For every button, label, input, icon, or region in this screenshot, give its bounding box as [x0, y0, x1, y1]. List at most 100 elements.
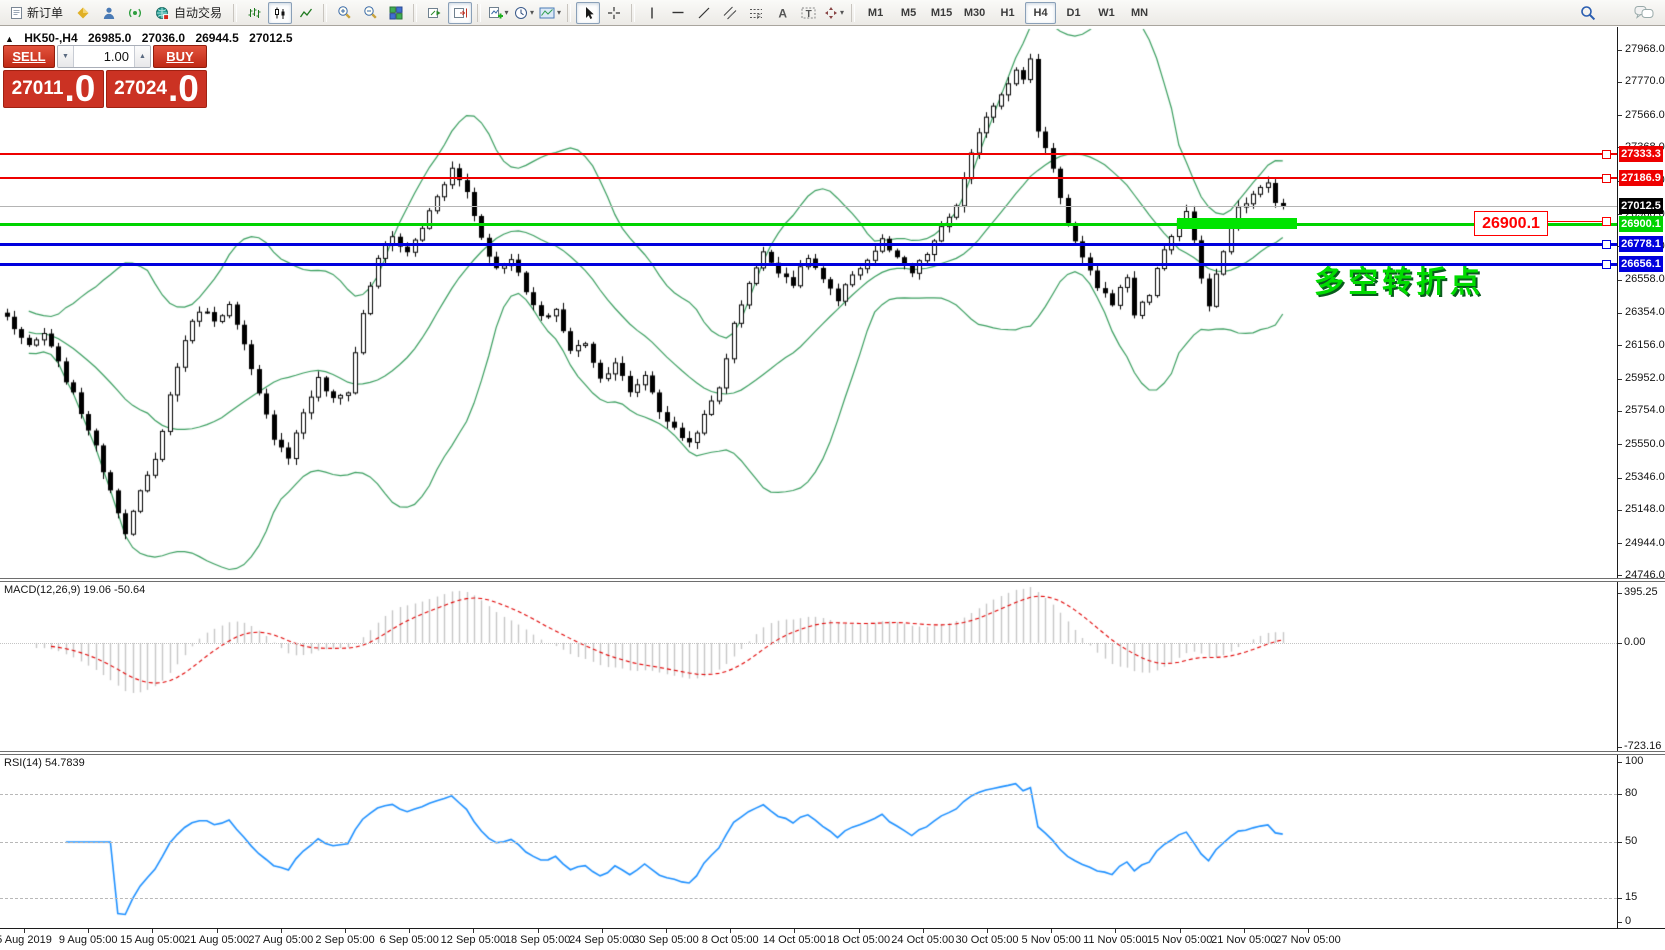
- dropdown-caret-icon: ▾: [557, 8, 562, 17]
- vertical-line-tool-button[interactable]: [640, 2, 664, 24]
- fibonacci-tool-button[interactable]: F: [744, 2, 768, 24]
- price-axis-tick: [1618, 543, 1622, 545]
- periods-clock-icon: [515, 6, 528, 19]
- auto-scroll-button[interactable]: [422, 2, 446, 24]
- volume-value[interactable]: 1.00: [74, 46, 134, 67]
- volume-stepper[interactable]: ▼ 1.00 ▲: [57, 45, 151, 68]
- sell-price-main: 27011: [11, 78, 64, 99]
- new-order-button[interactable]: 新订单: [4, 2, 69, 24]
- volume-increase-icon[interactable]: ▲: [134, 46, 150, 67]
- cursor-button[interactable]: [576, 1, 601, 24]
- signal-icon: [129, 8, 141, 17]
- chart-ohlc-title: ▲ HK50-,H4 26985.0 27036.0 26944.5 27012…: [5, 31, 300, 45]
- price-axis-tick: [1618, 378, 1622, 380]
- symbol-period-label: HK50-,H4: [24, 31, 78, 45]
- timeframe-mn-button[interactable]: MN: [1124, 2, 1155, 24]
- new-chart-button[interactable]: ▾: [486, 2, 510, 24]
- signal-button[interactable]: [123, 2, 147, 24]
- chinese-annotation-text[interactable]: 多空转折点: [1314, 257, 1484, 301]
- price-axis-label: 25550.0: [1625, 437, 1665, 450]
- macd-axis-zero: 0.00: [1624, 636, 1646, 648]
- zoom-in-icon: [337, 6, 351, 19]
- rsi-axis-tick: [1618, 921, 1622, 923]
- search-icon: [1581, 6, 1596, 21]
- sell-button[interactable]: SELL: [3, 45, 55, 68]
- auto-trading-button[interactable]: 自动交易: [149, 2, 228, 24]
- dropdown-caret-icon: ▾: [504, 8, 509, 17]
- price-axis-label: 25754.0: [1625, 404, 1665, 417]
- templates-icon: [539, 7, 555, 18]
- timeframe-m5-button[interactable]: M5: [893, 2, 924, 24]
- buy-button[interactable]: BUY: [153, 45, 207, 68]
- ohlc-bars-mode-button[interactable]: [242, 2, 266, 24]
- buy-price-display[interactable]: 27024 .0: [106, 70, 207, 108]
- text-label-tool-button[interactable]: T: [796, 2, 820, 24]
- price-axis-tick: [1618, 477, 1622, 479]
- buy-price-main: 27024: [114, 78, 167, 99]
- horizontal-level-line[interactable]: [0, 152, 1617, 155]
- timeframe-m1-button[interactable]: M1: [860, 2, 891, 24]
- one-click-trade-panel: SELL ▼ 1.00 ▲ BUY 27011 .0 27024 .0: [3, 45, 207, 108]
- chat-icon: [1634, 6, 1654, 19]
- horizontal-level-line[interactable]: [0, 176, 1617, 179]
- callout-anchor-marker[interactable]: [1602, 217, 1611, 226]
- new-order-icon: [11, 6, 22, 19]
- candlestick-mode-button[interactable]: [268, 1, 293, 24]
- timeframe-h1-button[interactable]: H1: [992, 2, 1023, 24]
- horizontal-level-line[interactable]: [0, 222, 1617, 226]
- crosshair-button[interactable]: [602, 2, 626, 24]
- line-chart-mode-button[interactable]: [294, 2, 318, 24]
- equidistant-channel-icon: [723, 6, 737, 19]
- equidistant-channel-tool-button[interactable]: [718, 2, 742, 24]
- fibonacci-icon: F: [750, 8, 763, 20]
- price-axis-label: 25346.0: [1625, 471, 1665, 484]
- macd-panel-separator[interactable]: [0, 578, 1665, 582]
- timeframe-m30-button[interactable]: M30: [959, 2, 990, 24]
- tile-windows-button[interactable]: [384, 2, 408, 24]
- text-tool-button[interactable]: A: [770, 2, 794, 24]
- price-axis-label: 27770.0: [1625, 75, 1665, 88]
- trendline-tool-button[interactable]: [692, 2, 716, 24]
- collapse-arrow-icon: ▲: [5, 34, 14, 44]
- horizontal-line-tool-button[interactable]: [666, 2, 690, 24]
- arrows-tool-button[interactable]: ▾: [822, 2, 846, 24]
- price-chart-canvas[interactable]: [0, 0, 1618, 950]
- price-axis-tick: [1618, 575, 1622, 577]
- rsi-axis-label: 15: [1625, 891, 1638, 903]
- indicators-button[interactable]: [71, 2, 95, 24]
- market-watch-button[interactable]: [97, 2, 121, 24]
- highlight-bar-object[interactable]: [1177, 218, 1297, 229]
- rsi-panel-separator[interactable]: [0, 751, 1665, 755]
- cursor-icon: [585, 6, 594, 19]
- tile-windows-icon: [389, 6, 403, 19]
- zoom-in-button[interactable]: [332, 2, 356, 24]
- svg-text:T: T: [805, 8, 811, 19]
- svg-text:A: A: [778, 6, 787, 20]
- rsi-axis-label: 80: [1625, 787, 1638, 799]
- chat-button[interactable]: [1632, 2, 1656, 24]
- timeframe-w1-button[interactable]: W1: [1091, 2, 1122, 24]
- price-axis-tick: [1618, 246, 1622, 248]
- current-price-badge: 27012.5: [1619, 198, 1663, 214]
- templates-button[interactable]: ▾: [538, 2, 562, 24]
- price-level-badge: 26778.1: [1619, 236, 1663, 253]
- timeframe-h4-button[interactable]: H4: [1025, 1, 1057, 24]
- timeframe-m15-button[interactable]: M15: [926, 2, 957, 24]
- zoom-out-button[interactable]: [358, 2, 382, 24]
- periods-button[interactable]: ▾: [512, 2, 536, 24]
- sell-price-display[interactable]: 27011 .0: [3, 70, 104, 108]
- timeframe-bar: M1 M5 M15 M30 H1 H4 D1 W1 MN: [859, 1, 1156, 24]
- chart-shift-button[interactable]: [448, 1, 473, 24]
- price-callout-box[interactable]: 26900.1: [1474, 211, 1548, 237]
- indicators-diamond-icon: [77, 7, 89, 18]
- timeframe-d1-button[interactable]: D1: [1058, 2, 1089, 24]
- chart-shift-icon: [453, 7, 467, 18]
- vertical-line-icon: [651, 7, 653, 18]
- rsi-axis-label: 50: [1625, 835, 1638, 847]
- price-axis-tick: [1618, 81, 1622, 83]
- horizontal-level-line[interactable]: [0, 242, 1617, 246]
- volume-decrease-icon[interactable]: ▼: [58, 46, 74, 67]
- search-button[interactable]: [1576, 2, 1600, 24]
- price-axis-tick: [1618, 214, 1622, 216]
- price-axis-label: 26156.0: [1625, 338, 1665, 351]
